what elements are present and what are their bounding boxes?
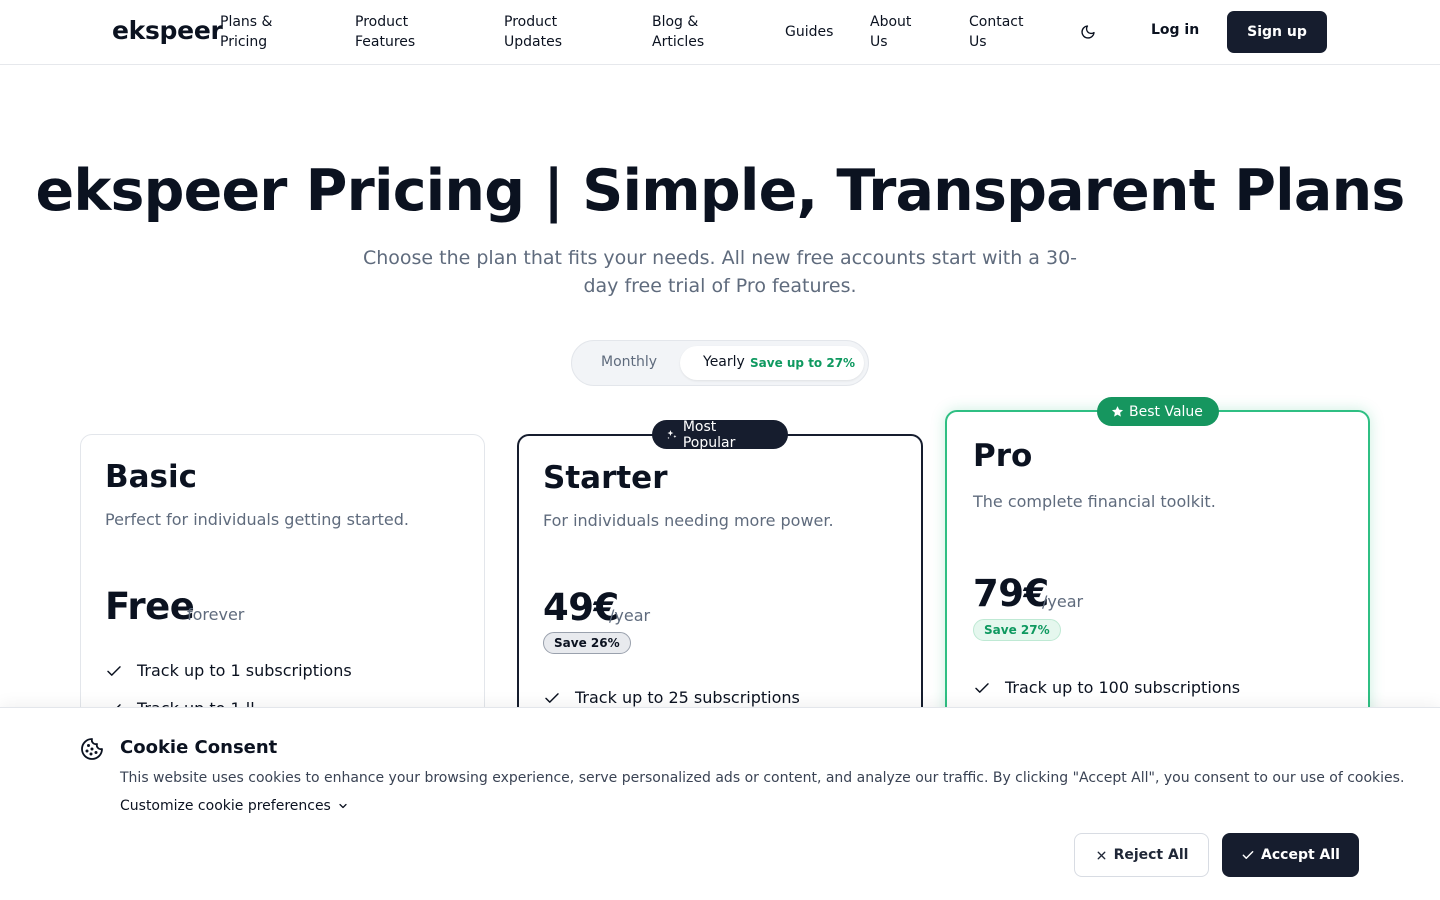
plan-price: 79€ [973, 572, 1049, 615]
plan-feature-label: Track up to 100 subscriptions [1005, 678, 1241, 697]
page-subtitle: Choose the plan that fits your needs. Al… [362, 247, 1078, 297]
badge-label: Most Popular [682, 418, 736, 451]
plan-feature-label: Track up to 25 subscriptions [575, 688, 800, 707]
plan-price-unit: /year [609, 606, 651, 625]
reject-all-button[interactable]: Reject All [1074, 833, 1209, 877]
most-popular-badge: Most Popular [652, 418, 788, 451]
login-link[interactable]: Log in [1151, 22, 1199, 38]
cookie-icon [81, 738, 103, 760]
plan-name: Basic [105, 459, 198, 495]
star-icon [1111, 406, 1124, 417]
nav-product-updates[interactable]: Product Updates [504, 12, 562, 52]
best-value-badge: Best Value [1097, 397, 1219, 426]
customize-cookies-toggle[interactable]: Customize cookie preferences [120, 798, 349, 814]
plan-price: 49€ [543, 586, 619, 629]
plan-price-unit: forever [187, 605, 245, 624]
plan-save-badge: Save 27% [973, 619, 1061, 641]
check-icon [545, 692, 559, 703]
moon-icon [1081, 25, 1095, 39]
reject-all-label: Reject All [1113, 847, 1189, 863]
toggle-yearly[interactable]: Yearly Save up to 27% [680, 346, 864, 380]
signup-button[interactable]: Sign up [1227, 11, 1327, 53]
customize-cookies-label: Customize cookie preferences [120, 798, 331, 814]
plan-feature-label: Track up to 1 subscriptions [137, 661, 352, 680]
plan-description: For individuals needing more power. [543, 511, 834, 530]
chevron-down-icon [339, 803, 347, 809]
check-icon [975, 682, 989, 693]
plan-name: Starter [543, 460, 668, 496]
plan-description: The complete financial toolkit. [973, 492, 1216, 511]
accept-all-button[interactable]: Accept All [1222, 833, 1359, 877]
plan-description: Perfect for individuals getting started. [105, 510, 410, 529]
logo[interactable]: ekspeer [112, 16, 223, 45]
nav-blog-articles[interactable]: Blog & Articles [652, 12, 704, 52]
toggle-yearly-label: Yearly [703, 354, 745, 370]
nav-product-features[interactable]: Product Features [355, 12, 415, 52]
check-icon [107, 665, 121, 676]
toggle-monthly[interactable]: Monthly [601, 354, 657, 370]
cookie-description: This website uses cookies to enhance you… [120, 770, 1405, 786]
site-header: ekspeer Plans & Pricing Product Features… [0, 0, 1440, 65]
billing-toggle: Monthly Yearly Save up to 27% [571, 340, 869, 386]
plan-price: Free [105, 585, 195, 628]
yearly-save-label: Save up to 27% [750, 356, 856, 370]
accept-all-label: Accept All [1261, 847, 1340, 863]
plan-name: Pro [973, 438, 1033, 474]
plan-price-unit: /year [1042, 592, 1084, 611]
theme-toggle-button[interactable] [1076, 20, 1100, 44]
nav-contact-us[interactable]: Contact Us [969, 12, 1023, 52]
cookie-consent-banner: Cookie Consent This website uses cookies… [0, 707, 1440, 900]
nav-guides[interactable]: Guides [785, 22, 833, 42]
page-title: ekspeer Pricing | Simple, Transparent Pl… [35, 158, 1406, 224]
sparkles-icon [667, 429, 677, 439]
nav-about-us[interactable]: About Us [870, 12, 911, 52]
nav-plans-pricing[interactable]: Plans & Pricing [220, 12, 272, 52]
close-icon [1097, 851, 1105, 859]
plan-feature: Track up to 25 subscriptions [543, 688, 800, 707]
plan-save-badge: Save 26% [543, 632, 631, 654]
check-icon [1242, 851, 1254, 859]
plan-feature: Track up to 1 subscriptions [105, 661, 352, 680]
badge-label: Best Value [1129, 403, 1203, 420]
plan-feature: Track up to 100 subscriptions [973, 678, 1240, 697]
cookie-title: Cookie Consent [120, 737, 278, 758]
